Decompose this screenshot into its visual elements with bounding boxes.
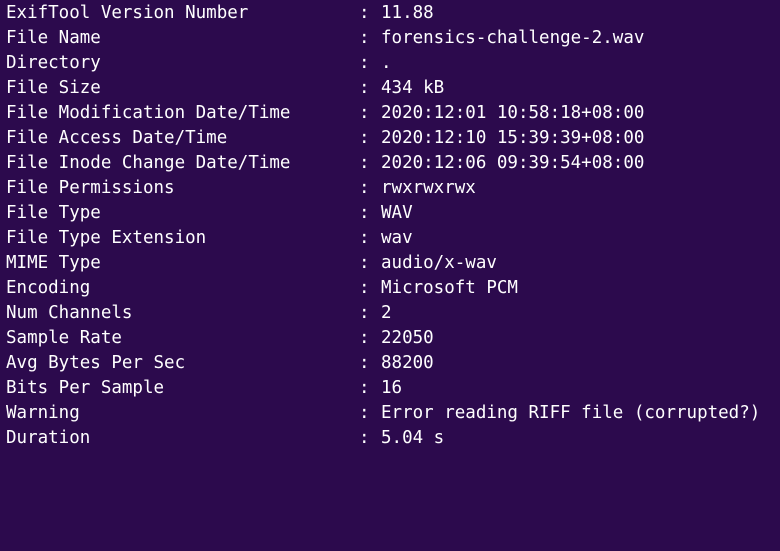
exif-key: File Permissions [6, 178, 175, 198]
exif-row: File Name : forensics-challenge-2.wav [0, 26, 780, 51]
exif-key: Warning [6, 403, 80, 423]
exif-separator: : [359, 228, 370, 248]
exif-row: File Type : WAV [0, 201, 780, 226]
exif-value: 11.88 [381, 3, 434, 23]
exif-key: Avg Bytes Per Sec [6, 353, 186, 373]
exif-value: . [381, 53, 392, 73]
exif-row: Bits Per Sample : 16 [0, 376, 780, 401]
exif-key: File Size [6, 78, 101, 98]
exif-separator: : [359, 253, 370, 273]
exif-row: Warning : Error reading RIFF file (corru… [0, 401, 780, 426]
exif-row: File Modification Date/Time : 2020:12:01… [0, 101, 780, 126]
exif-value: 2020:12:01 10:58:18+08:00 [381, 103, 645, 123]
exif-separator: : [359, 328, 370, 348]
exif-row: ExifTool Version Number : 11.88 [0, 1, 780, 26]
exif-separator: : [359, 103, 370, 123]
exif-separator: : [359, 78, 370, 98]
exif-key: ExifTool Version Number [6, 3, 249, 23]
exif-row: Avg Bytes Per Sec : 88200 [0, 351, 780, 376]
exif-key: Encoding [6, 278, 91, 298]
exif-separator: : [359, 153, 370, 173]
exif-value: 22050 [381, 328, 434, 348]
exif-value: 5.04 s [381, 428, 445, 448]
exif-separator: : [359, 403, 370, 423]
exif-row: Encoding : Microsoft PCM [0, 276, 780, 301]
exif-separator: : [359, 428, 370, 448]
exif-separator: : [359, 28, 370, 48]
exif-row: File Type Extension : wav [0, 226, 780, 251]
exif-separator: : [359, 378, 370, 398]
exif-value: wav [381, 228, 413, 248]
exif-row: MIME Type : audio/x-wav [0, 251, 780, 276]
exif-value: 16 [381, 378, 403, 398]
exif-row: Directory : . [0, 51, 780, 76]
exif-value: WAV [381, 203, 413, 223]
exif-separator: : [359, 128, 370, 148]
exif-key: Sample Rate [6, 328, 122, 348]
exif-value: 434 kB [381, 78, 445, 98]
exif-key: File Type Extension [6, 228, 207, 248]
exif-key: File Access Date/Time [6, 128, 228, 148]
exif-row: File Size : 434 kB [0, 76, 780, 101]
terminal-output: ExifTool Version Number : 11.88 File Nam… [0, 0, 780, 448]
exif-separator: : [359, 53, 370, 73]
exif-key: Duration [6, 428, 91, 448]
exif-value: 2020:12:06 09:39:54+08:00 [381, 153, 645, 173]
exif-row: File Permissions : rwxrwxrwx [0, 176, 780, 201]
exif-key: Bits Per Sample [6, 378, 165, 398]
exif-row: Num Channels : 2 [0, 301, 780, 326]
exif-row: File Inode Change Date/Time : 2020:12:06… [0, 151, 780, 176]
exif-value: 88200 [381, 353, 434, 373]
exif-value: rwxrwxrwx [381, 178, 476, 198]
exif-separator: : [359, 353, 370, 373]
exif-value: audio/x-wav [381, 253, 497, 273]
exif-value: 2 [381, 303, 392, 323]
exif-row: Duration : 5.04 s [0, 426, 780, 451]
exif-separator: : [359, 303, 370, 323]
exif-key: Directory [6, 53, 101, 73]
exif-key: File Type [6, 203, 101, 223]
exif-key: MIME Type [6, 253, 101, 273]
exif-value: Microsoft PCM [381, 278, 518, 298]
exif-key: File Name [6, 28, 101, 48]
exif-row: Sample Rate : 22050 [0, 326, 780, 351]
exif-value: Error reading RIFF file (corrupted?) [381, 403, 761, 423]
exif-separator: : [359, 203, 370, 223]
exif-key: File Inode Change Date/Time [6, 153, 291, 173]
exif-separator: : [359, 3, 370, 23]
exif-value: forensics-challenge-2.wav [381, 28, 645, 48]
exif-separator: : [359, 278, 370, 298]
exif-key: Num Channels [6, 303, 133, 323]
exif-row: File Access Date/Time : 2020:12:10 15:39… [0, 126, 780, 151]
exif-separator: : [359, 178, 370, 198]
exif-key: File Modification Date/Time [6, 103, 291, 123]
exif-value: 2020:12:10 15:39:39+08:00 [381, 128, 645, 148]
